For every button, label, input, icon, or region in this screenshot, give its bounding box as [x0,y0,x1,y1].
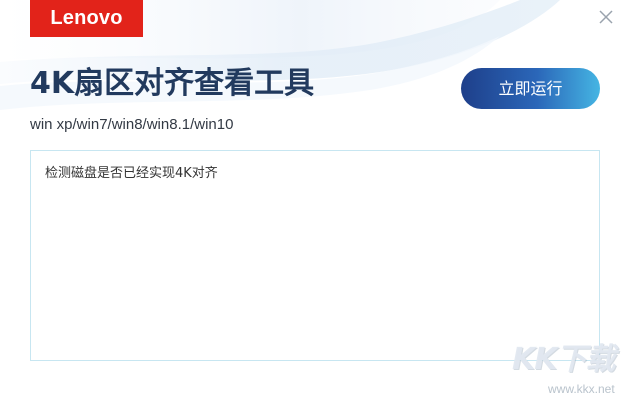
app-window: Lenovo 4K扇区对齐查看工具 win xp/win7/win8/win8.… [0,0,630,400]
page-title: 4K扇区对齐查看工具 [30,66,315,101]
output-textarea[interactable]: 检测磁盘是否已经实现4K对齐 [30,150,600,361]
close-button[interactable] [595,6,617,28]
watermark-url: www.kkx.net [548,382,615,396]
close-icon [599,10,613,24]
lenovo-logo: Lenovo [30,0,143,37]
supported-os-text: win xp/win7/win8/win8.1/win10 [30,116,234,133]
run-now-button[interactable]: 立即运行 [461,68,600,109]
